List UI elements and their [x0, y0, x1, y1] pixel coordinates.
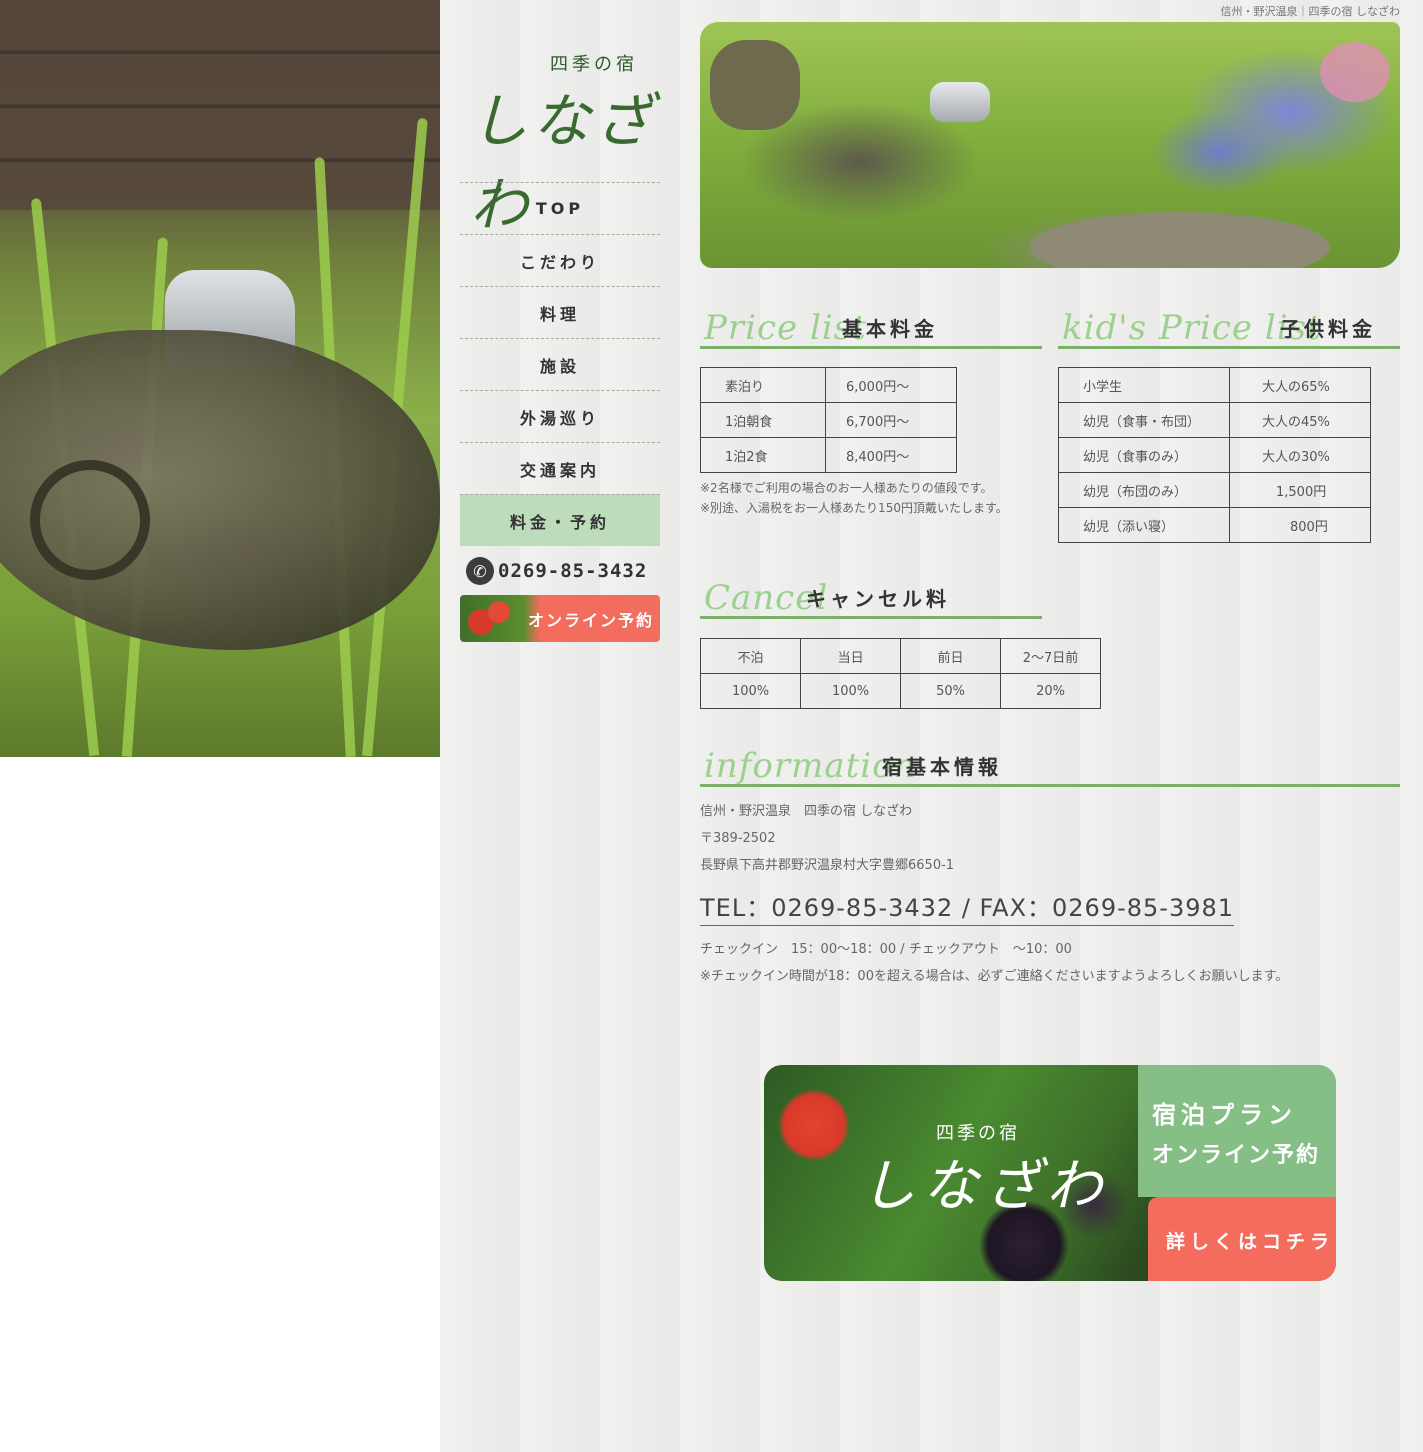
info-name: 信州・野沢温泉 四季の宿 しなざわ: [700, 804, 913, 819]
phone-icon: ✆: [466, 557, 494, 585]
banner-line2: オンライン予約: [1152, 1143, 1321, 1168]
table-row: 幼児（食事・布団） 大人の45%: [1058, 402, 1371, 438]
dragon-ring: [30, 460, 150, 580]
main-nav: TOP こだわり 料理 施設 外湯巡り 交通案内 料金・予約: [460, 182, 660, 546]
nav-phone[interactable]: ✆ 0269-85-3432: [466, 555, 661, 587]
kids-value: 1,500円: [1229, 472, 1371, 508]
logo-small-text: 四季の宿: [550, 54, 638, 75]
info-heading-ja: 宿基本情報: [882, 755, 1002, 779]
cancel-header: 不泊: [699, 638, 802, 674]
kids-price-table: 小学生 大人の65% 幼児（食事・布団） 大人の45% 幼児（食事のみ） 大人の…: [1058, 367, 1371, 543]
price-heading-ja: 基本料金: [842, 317, 938, 341]
banner-logo-big: しなざわ: [860, 1154, 1108, 1219]
kids-value: 大人の30%: [1229, 437, 1371, 473]
checkin-times: チェックイン 15：00〜18：00 / チェックアウト 〜10：00: [700, 942, 1072, 957]
header-photo: [700, 22, 1400, 268]
cancel-heading-ja: キャンセル料: [806, 587, 950, 611]
kids-heading-ja: 子供料金: [1280, 317, 1376, 341]
flowers: [1320, 42, 1390, 102]
hero-side-photo: [0, 0, 440, 757]
info-address: 長野県下高井郡野沢温泉村大字豊郷6650-1: [700, 858, 955, 873]
banner-detail-link[interactable]: 詳しくはコチラ: [1166, 1227, 1334, 1254]
cancel-heading: Cancel キャンセル料: [700, 572, 1042, 619]
cancel-header: 当日: [800, 638, 902, 674]
nav-reserve-button[interactable]: オンライン予約: [460, 595, 660, 642]
kids-value: 大人の45%: [1229, 402, 1371, 438]
nav-phone-number: 0269-85-3432: [498, 560, 648, 582]
kids-value: 800円: [1229, 507, 1371, 543]
kids-label: 幼児（布団のみ）: [1058, 472, 1230, 508]
price-label: 1泊朝食: [700, 402, 826, 438]
kids-label: 幼児（食事のみ）: [1058, 437, 1230, 473]
kids-label: 小学生: [1058, 367, 1230, 403]
price-value: 6,000円〜: [825, 367, 957, 403]
kids-value: 大人の65%: [1229, 367, 1371, 403]
checkin-note: ※チェックイン時間が18：00を超える場合は、必ずご連絡くださいますようよろしく…: [700, 969, 1289, 984]
table-row: 1泊2食 8,400円〜: [700, 437, 957, 473]
nav-reserve-label: オンライン予約: [528, 611, 655, 630]
nav-item-access[interactable]: 交通案内: [460, 442, 660, 494]
stone-basin: [1030, 212, 1330, 268]
nav-item-price[interactable]: 料金・予約: [460, 494, 660, 546]
price-heading: Price list 基本料金: [700, 302, 1042, 349]
nav-item-kodawari[interactable]: こだわり: [460, 234, 660, 286]
price-note: ※別途、入湯税をお一人様あたり150円頂戴いたします。: [700, 501, 1008, 515]
cancel-value: 100%: [800, 673, 902, 709]
info-heading: information 宿基本情報: [700, 740, 1400, 787]
nav-item-baths[interactable]: 外湯巡り: [460, 390, 660, 442]
info-block: 信州・野沢温泉 四季の宿 しなざわ 〒389-2502 長野県下高井郡野沢温泉村…: [700, 800, 954, 881]
breadcrumb[interactable]: 信州・野沢温泉｜四季の宿 しなざわ: [1221, 3, 1401, 19]
price-notes: ※2名様でご利用の場合のお一人様あたりの値段です。 ※別途、入湯税をお一人様あた…: [700, 478, 1008, 518]
cancel-value: 50%: [900, 673, 1002, 709]
rock: [710, 40, 800, 130]
table-row: 小学生 大人の65%: [1058, 367, 1371, 403]
banner-green-panel: [1138, 1065, 1336, 1197]
info-tel-fax[interactable]: TEL：0269-85-3432 / FAX：0269-85-3981: [700, 888, 1235, 926]
price-value: 8,400円〜: [825, 437, 957, 473]
kids-heading: kid's Price list 子供料金: [1058, 302, 1400, 349]
price-value: 6,700円〜: [825, 402, 957, 438]
cancel-header: 前日: [900, 638, 1002, 674]
faucet: [930, 82, 990, 122]
table-row: 幼児（布団のみ） 1,500円: [1058, 472, 1371, 508]
cancel-table: 不泊 当日 前日 2〜7日前 100% 100% 50% 20%: [699, 638, 1101, 709]
nav-item-facilities[interactable]: 施設: [460, 338, 660, 390]
table-row: 幼児（添い寝） 800円: [1058, 507, 1371, 543]
nav-item-top[interactable]: TOP: [460, 182, 660, 234]
table-row: 素泊り 6,000円〜: [700, 367, 957, 403]
cancel-value: 100%: [699, 673, 802, 709]
info-zip: 〒389-2502: [700, 831, 776, 846]
price-table: 素泊り 6,000円〜 1泊朝食 6,700円〜 1泊2食 8,400円〜: [700, 367, 957, 473]
kids-label: 幼児（食事・布団）: [1058, 402, 1230, 438]
table-row: 不泊 当日 前日 2〜7日前: [699, 638, 1101, 674]
cancel-header: 2〜7日前: [1000, 638, 1101, 674]
table-row: 幼児（食事のみ） 大人の30%: [1058, 437, 1371, 473]
site-logo[interactable]: 四季の宿 しなざわ: [470, 40, 670, 239]
kids-label: 幼児（添い寝）: [1058, 507, 1230, 543]
table-row: 1泊朝食 6,700円〜: [700, 402, 957, 438]
nav-item-cuisine[interactable]: 料理: [460, 286, 660, 338]
checkin-block: チェックイン 15：00〜18：00 / チェックアウト 〜10：00 ※チェッ…: [700, 936, 1288, 990]
online-reservation-banner[interactable]: 四季の宿 しなざわ 宿泊プラン オンライン予約 詳しくはコチラ: [764, 1065, 1336, 1281]
price-label: 素泊り: [700, 367, 826, 403]
cancel-value: 20%: [1000, 673, 1101, 709]
price-note: ※2名様でご利用の場合のお一人様あたりの値段です。: [700, 481, 993, 495]
table-row: 100% 100% 50% 20%: [699, 673, 1101, 709]
wood-wall: [0, 0, 440, 210]
banner-line1: 宿泊プラン: [1152, 1101, 1297, 1129]
price-label: 1泊2食: [700, 437, 826, 473]
tomato-icon: [488, 601, 510, 623]
